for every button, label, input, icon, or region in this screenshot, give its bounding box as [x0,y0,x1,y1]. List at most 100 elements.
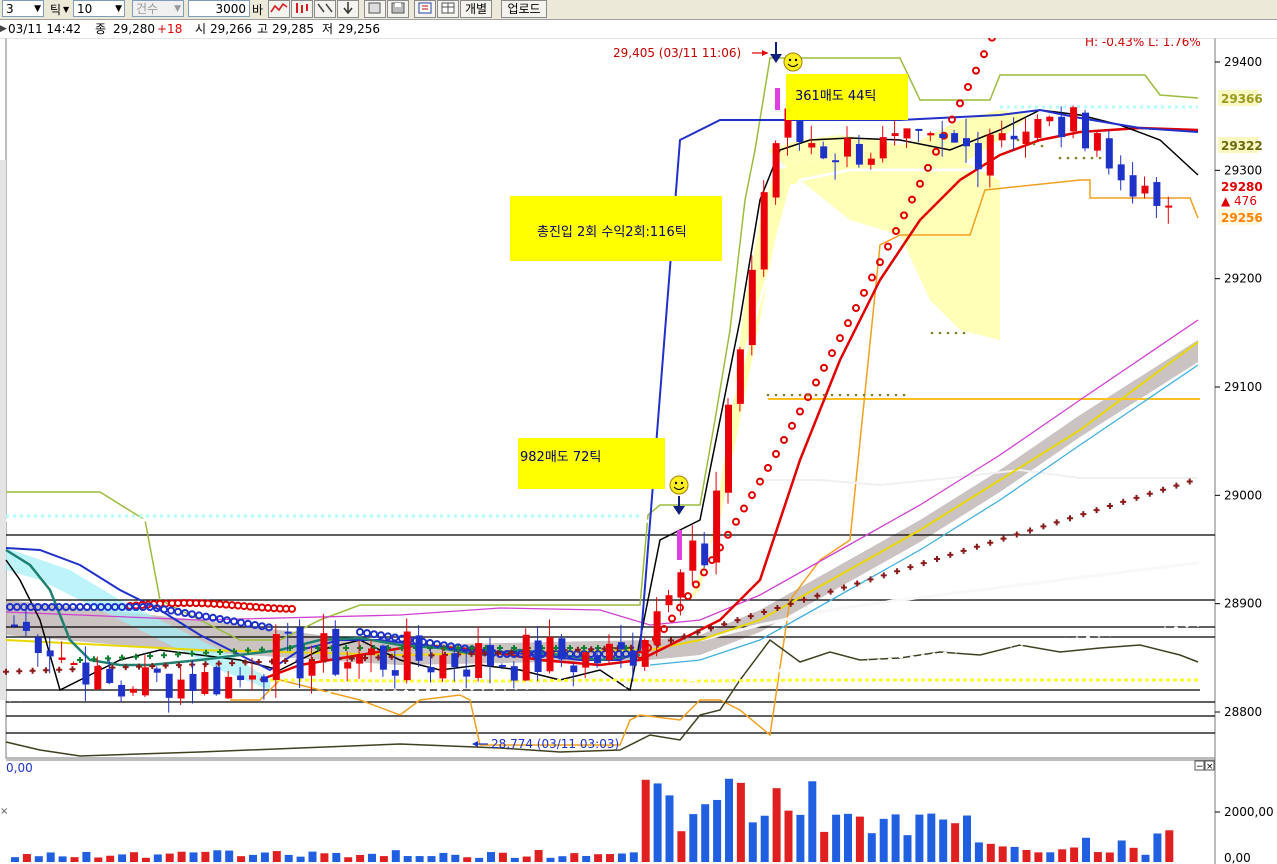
olive-dot [1032,142,1036,146]
volume-bar [308,851,317,862]
cross-marker [1133,494,1140,501]
type-select[interactable]: 건수 ▼ [132,0,184,17]
info-open-value: 29,266 [210,22,252,36]
white-cross-marker [151,694,155,699]
candle-body [820,146,828,159]
volume-zero-label: 0,00 [6,761,33,775]
volume-bar [653,783,662,862]
white-cross-marker [613,683,617,688]
olive-dot [854,393,858,397]
yellow-ma-line [5,341,1199,657]
sar-circle [788,421,796,430]
count-select[interactable]: 3 ▼ [2,0,44,17]
zoom-fit-icon[interactable] [314,0,336,18]
volume-bar [296,856,305,862]
candle-body [225,676,233,699]
candle-body [189,673,197,691]
white-cross-marker [459,687,463,692]
volume-bar [784,810,793,862]
candle-body [617,642,625,650]
chart-style-icon[interactable] [268,0,290,18]
volume-bar [939,819,948,862]
white-cross-marker [41,697,45,702]
white-cross-marker [965,648,969,653]
white-cross-marker [404,688,408,693]
left-edge-scroll[interactable] [0,160,6,700]
white-cross-marker [1108,632,1112,637]
white-cross-marker [525,685,529,690]
white-cross-marker [30,697,34,702]
arrow-down-icon[interactable] [337,0,359,18]
sar-circle [160,605,168,614]
close-icon[interactable]: × [1206,762,1214,772]
olive-dot [814,393,818,397]
type-select-value: 건수 [136,2,159,16]
interval-select-value: 10 [77,2,93,16]
print-icon[interactable] [364,0,386,18]
candle-body [141,667,149,696]
minimize-icon[interactable]: − [1196,762,1204,772]
candle-body [201,672,209,694]
save-icon[interactable] [387,0,409,18]
price-chart[interactable]: 29,405 (03/11 11:06) 28,774 (03/11 03:03… [0,38,1277,864]
cross-marker [42,667,49,674]
candle-body [1105,138,1113,169]
white-cross-marker [8,697,12,702]
sar-circle [740,504,748,513]
smiley-icon [669,475,689,495]
white-cross-marker [822,663,826,668]
qty-input[interactable]: 3000 [188,0,250,17]
cross-marker [1160,486,1167,493]
candle-body [1153,182,1161,206]
volume-bar [272,851,281,862]
cross-marker [1027,527,1034,534]
volume-bar [1082,837,1090,862]
unit-dropdown-icon[interactable]: ▼ [63,5,69,14]
green-cross-marker [77,657,83,663]
volume-bar [415,856,424,862]
volume-bar [1117,840,1126,862]
volume-bar [748,822,757,862]
cross-marker [973,543,980,550]
price-tick-label: 29300 [1224,163,1262,177]
candle-body [439,655,447,679]
volume-bar [772,788,781,862]
indicator-icon[interactable] [414,0,436,18]
envelope-upper-line [6,57,1199,641]
info-open-label: 시 [195,22,207,36]
candle-body [582,652,590,668]
arrow-left-icon [472,741,478,747]
candle-body [320,633,328,661]
white-cross-marker [580,684,584,689]
volume-bar [1046,852,1055,862]
toolbar: 3 ▼ 틱 ▼ 10 ▼ 건수 ▼ 3000 바 개별 업로드 [0,0,1277,20]
volume-bar [855,816,864,862]
bar-style-icon[interactable] [291,0,313,18]
volume-bar [986,843,995,862]
candle-body [106,668,114,684]
volume-bar [510,857,519,862]
candle-body [1046,116,1054,122]
interval-select[interactable]: 10 ▼ [73,0,125,17]
sar-circle [195,611,203,620]
candle-body [713,490,721,563]
volume-bar [439,852,448,862]
candle-body [1034,118,1042,138]
white-ma-line-2 [760,468,1198,487]
sar-circle [209,613,217,622]
grid-table-icon[interactable] [437,0,459,18]
separate-button[interactable]: 개별 [460,0,492,18]
volume-bar [844,813,852,862]
sar-circle [83,603,91,611]
volume-bar [1093,852,1102,862]
price-tick-label: 29000 [1224,488,1262,502]
close-icon[interactable]: × [0,806,8,817]
candle-body [379,645,387,670]
high-marker-label: 29,405 (03/11 11:06) [613,46,741,60]
candle-body [927,133,935,136]
candle-body [570,665,578,673]
candle-body [594,655,602,664]
white-cross-marker [657,682,661,687]
white-cross-marker [899,655,903,660]
upload-button[interactable]: 업로드 [501,0,547,18]
